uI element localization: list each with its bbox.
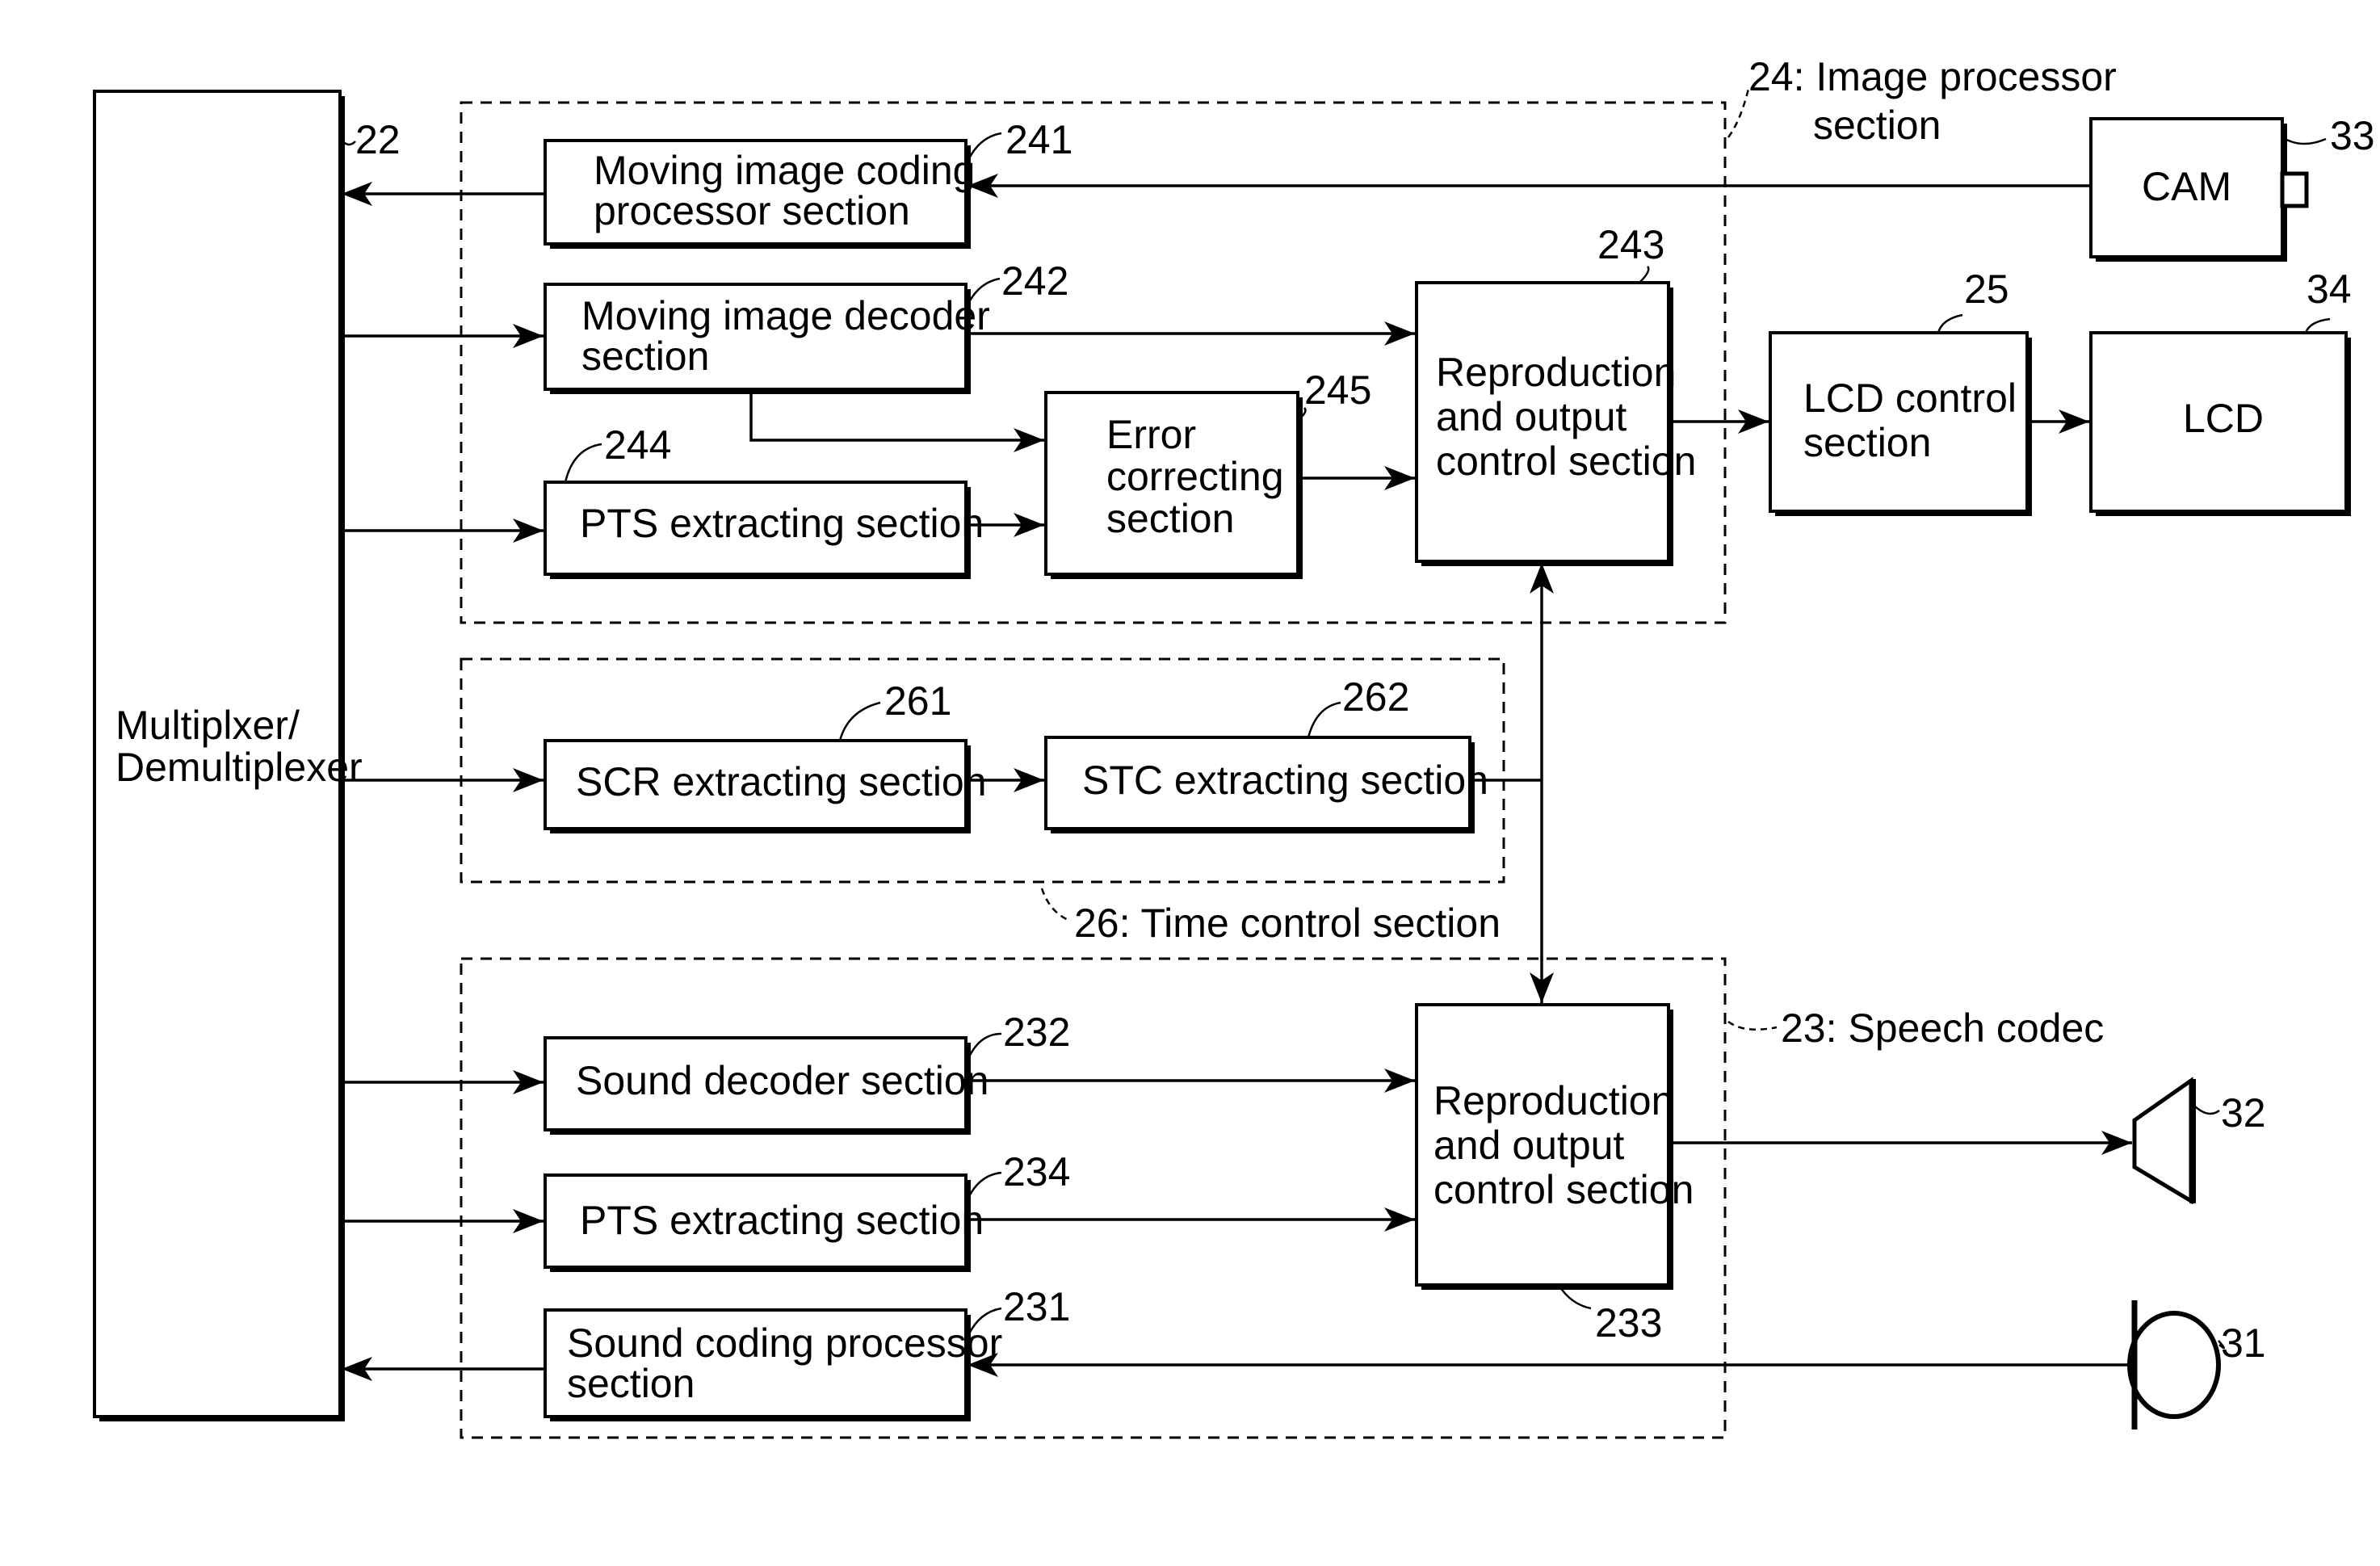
ref-number: 262 — [1342, 674, 1409, 720]
ref-leader — [1307, 701, 1341, 738]
block-label: LCD — [2183, 396, 2264, 441]
block-b232: Sound decoder section 232 — [544, 1010, 1070, 1135]
ref-leader — [1639, 266, 1650, 283]
group-23-label: 23: Speech codec — [1781, 1006, 2104, 1051]
block-cam: CAM 33 — [2089, 113, 2375, 262]
block-speaker: 32 — [2194, 1090, 2266, 1136]
ref-number: 232 — [1003, 1010, 1070, 1055]
ref-number: 22 — [355, 117, 401, 162]
ref-number: 241 — [1005, 117, 1072, 162]
ref-leader — [838, 701, 881, 741]
ref-leader — [1937, 313, 1963, 334]
microphone-icon — [2127, 1300, 2221, 1430]
leader-24 — [1727, 88, 1750, 138]
ref-number: 234 — [1003, 1149, 1070, 1194]
ref-number: 243 — [1597, 222, 1664, 267]
block-b243: Reproduction and output control section243 — [1415, 222, 1696, 566]
ref-number: 32 — [2221, 1090, 2266, 1136]
block-b231: Sound coding processor section231 — [544, 1284, 1070, 1421]
block-b245: Error correcting section245 — [1044, 367, 1371, 579]
group-26-label: 26: Time control section — [1074, 901, 1501, 946]
ref-leader — [2281, 136, 2327, 145]
block-b234: PTS extracting section 234 — [544, 1149, 1070, 1272]
block-label: PTS extracting section — [580, 1198, 984, 1243]
block-label: SCR extracting section — [576, 759, 987, 804]
block-mic: 31 — [2218, 1320, 2266, 1366]
block-lcd: LCD 34 — [2089, 267, 2352, 516]
block-b242: Moving image decoder section242 — [544, 258, 1068, 394]
block-label: STC extracting section — [1082, 758, 1488, 803]
block-b241: Moving image coding processor section241 — [544, 117, 1072, 249]
ref-number: 25 — [1964, 267, 2009, 312]
block-b262: STC extracting section 262 — [1044, 674, 1488, 833]
ref-number: 245 — [1304, 367, 1371, 413]
block-diagram: Multiplxer/Demultiplexer22Moving image c… — [93, 54, 2375, 1439]
ref-number: 34 — [2307, 267, 2352, 312]
block-b261: SCR extracting section 261 — [544, 678, 987, 833]
ref-leader — [2304, 317, 2331, 334]
block-label: PTS extracting section — [580, 501, 984, 546]
ref-number: 33 — [2330, 113, 2375, 158]
ref-number: 242 — [1001, 258, 1068, 304]
ref-number: 233 — [1595, 1300, 1662, 1346]
ref-number: 231 — [1003, 1284, 1070, 1329]
block-label: Sound decoder section — [576, 1058, 989, 1103]
speaker-icon — [2132, 1077, 2196, 1205]
block-label: CAM — [2142, 164, 2231, 209]
group-24-label: 24: Image processor section — [1748, 54, 2128, 148]
ref-leader — [2194, 1106, 2220, 1115]
ref-number: 261 — [884, 678, 951, 724]
block-b233: Reproduction and output control section233 — [1415, 1003, 1694, 1346]
arrow-242-to-245 — [749, 389, 1044, 452]
leader-23 — [1727, 1020, 1778, 1031]
ref-number: 244 — [604, 422, 671, 468]
ref-number: 31 — [2221, 1320, 2266, 1366]
camera-lens-icon — [2280, 171, 2309, 208]
ref-leader — [564, 443, 602, 483]
leader-26 — [1040, 888, 1071, 922]
block-b244: PTS extracting section 244 — [544, 422, 984, 579]
block-b25: LCD control section25 — [1769, 267, 2032, 516]
